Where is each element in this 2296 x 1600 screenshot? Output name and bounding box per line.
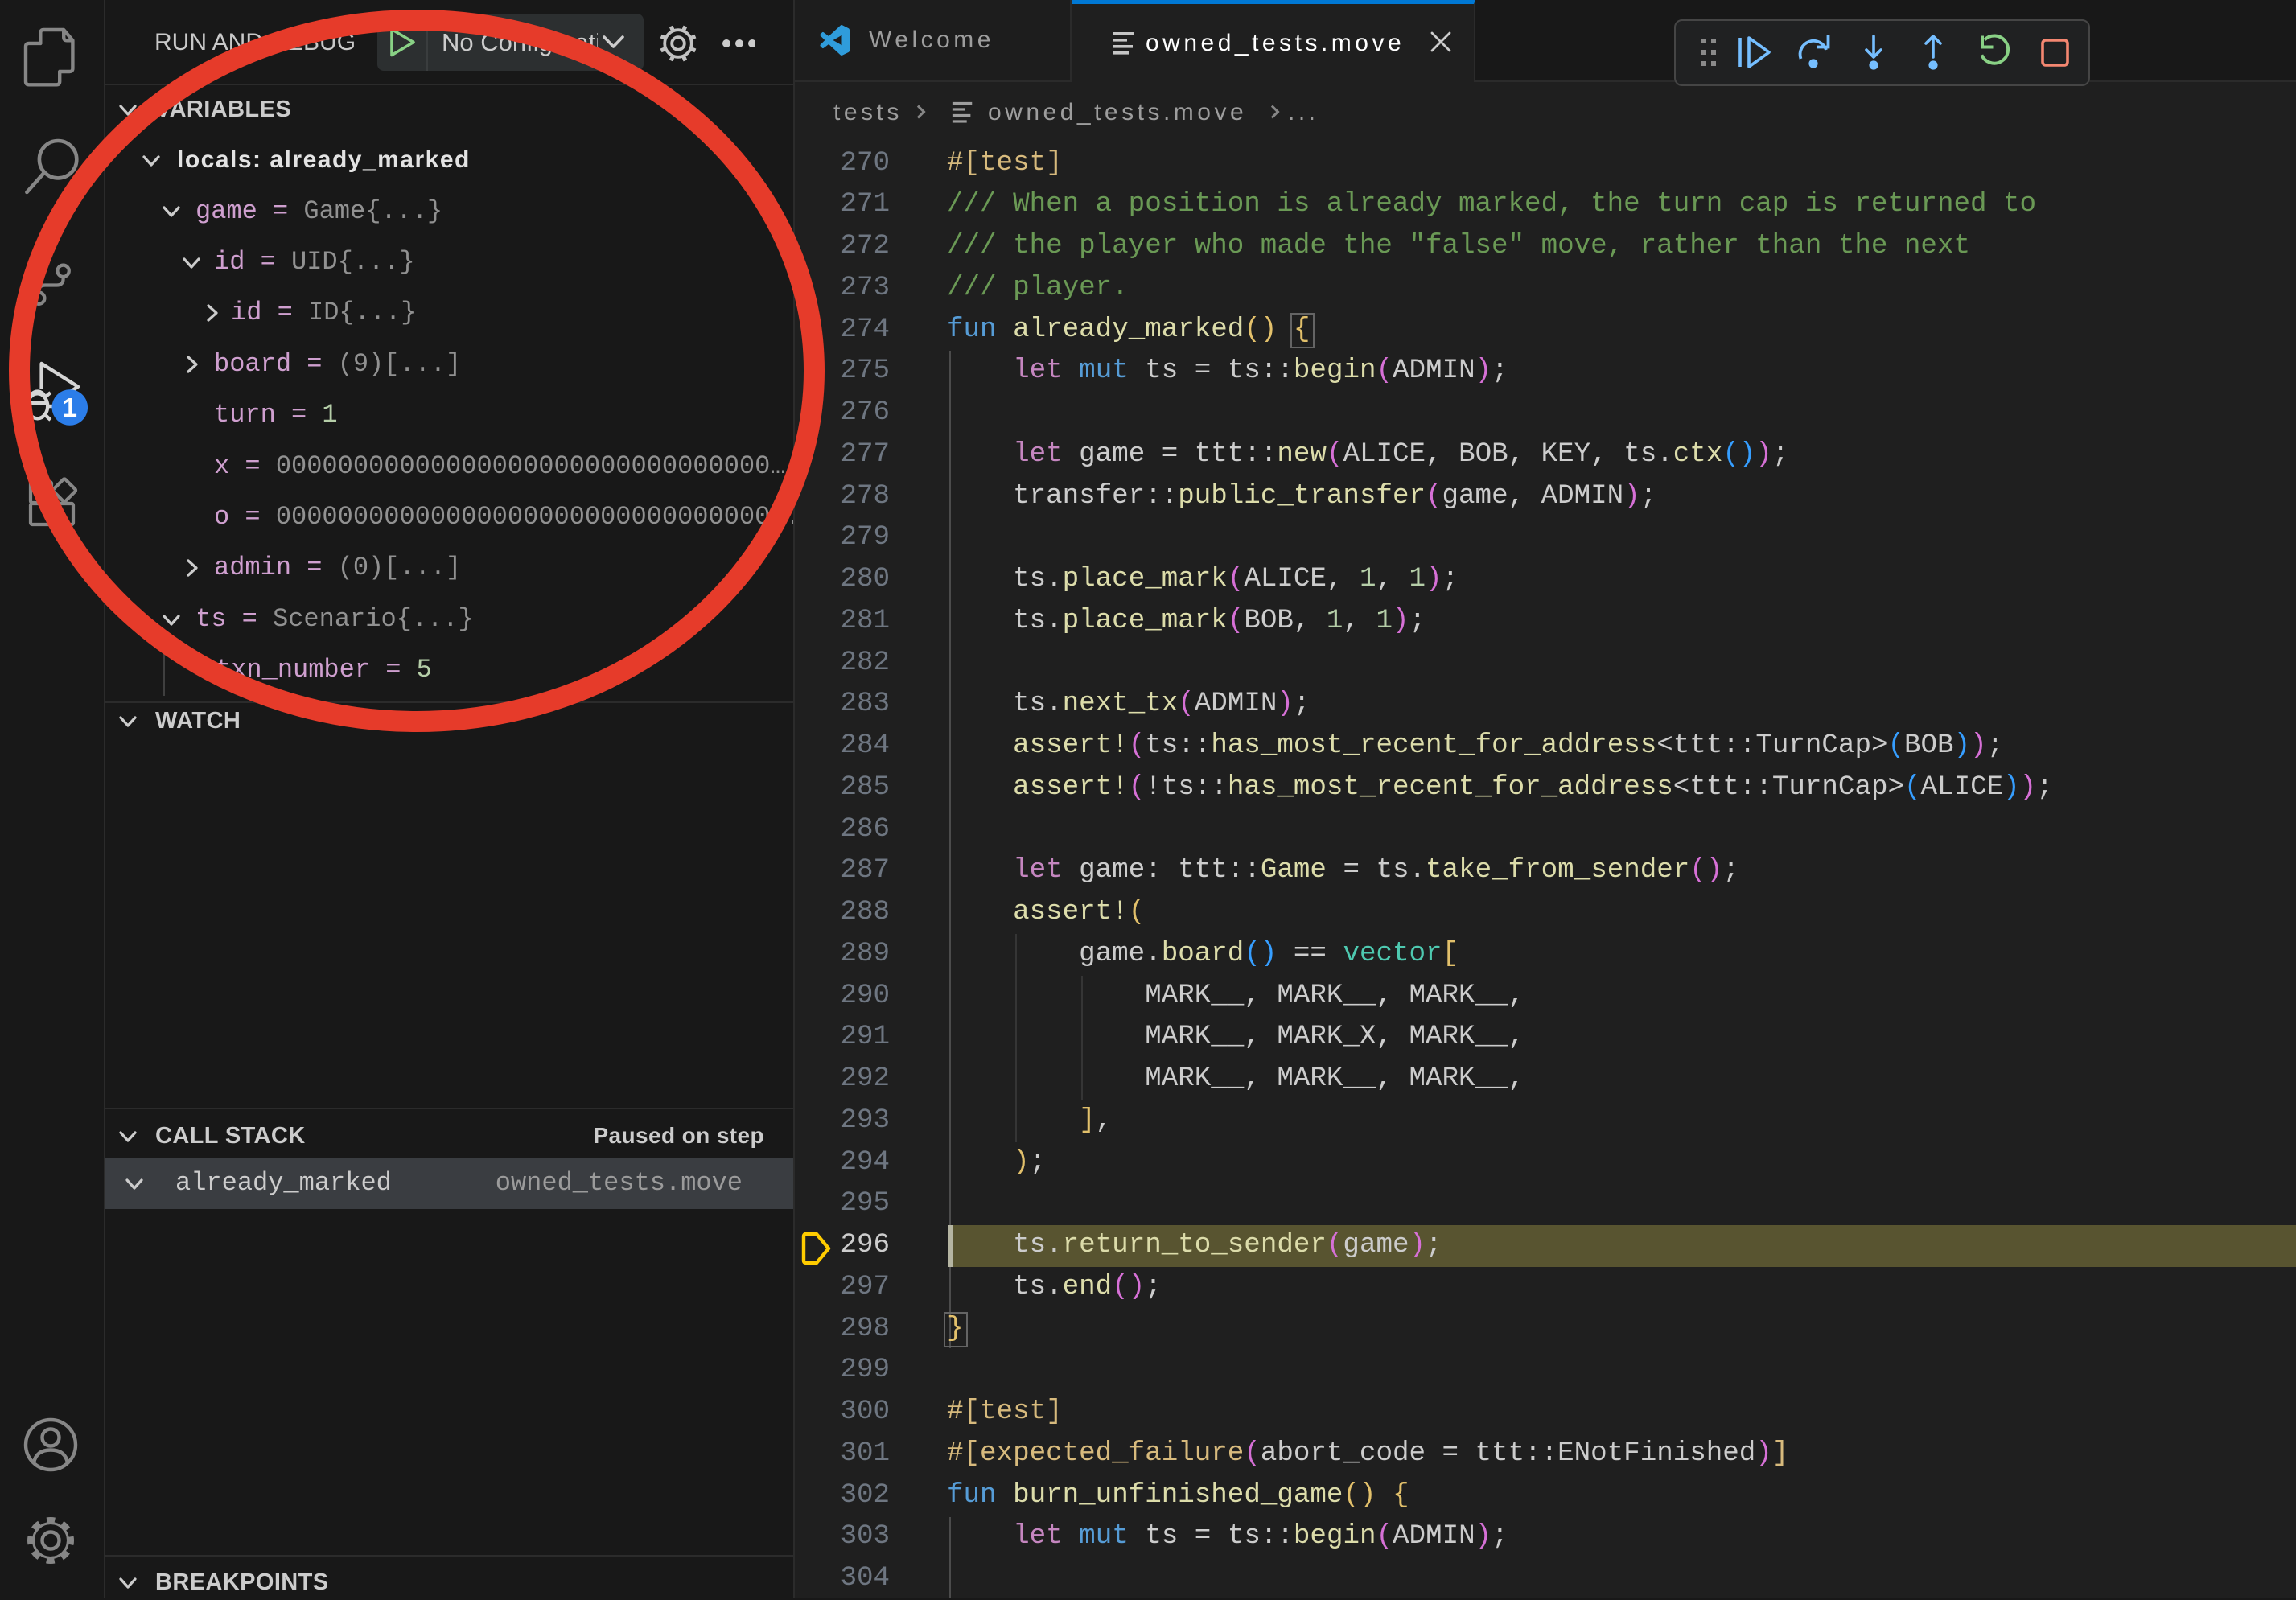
svg-text:1: 1	[63, 393, 77, 422]
